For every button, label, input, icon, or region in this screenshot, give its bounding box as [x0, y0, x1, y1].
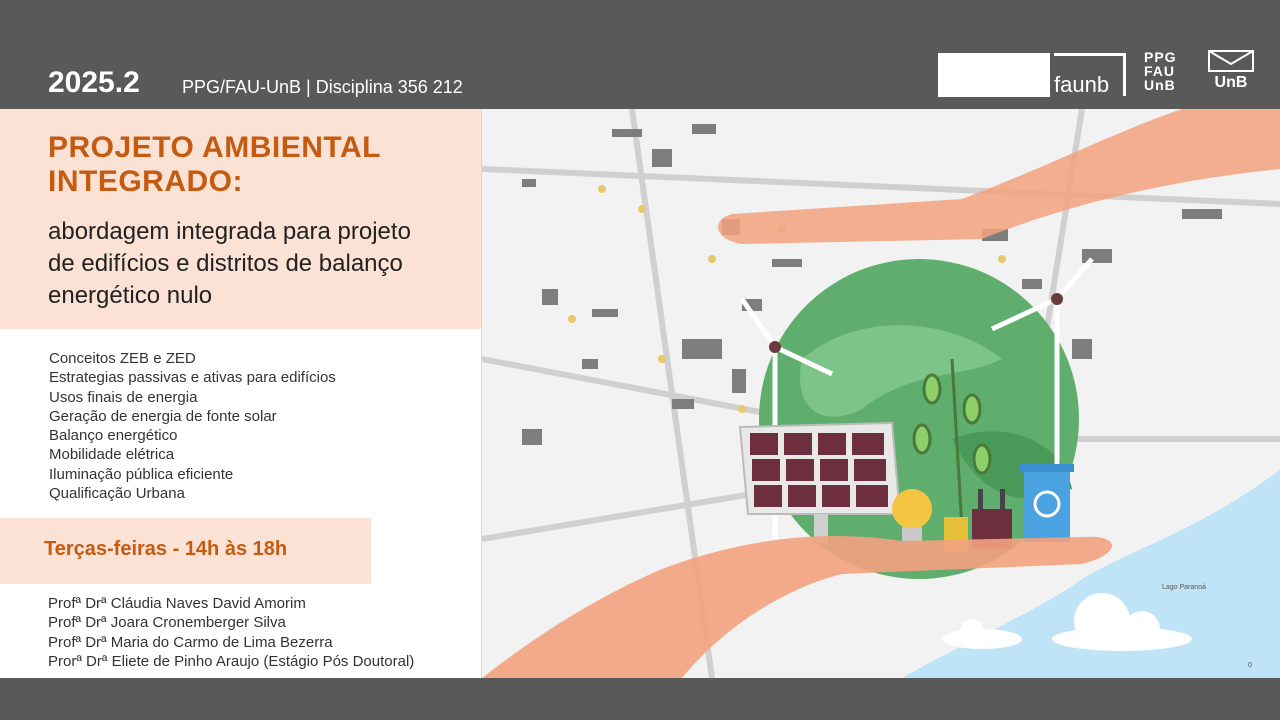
subtitle-line: de edifícios e distritos de balanço — [48, 250, 403, 277]
unb-logo: UnB — [1206, 50, 1256, 92]
topic-item: Usos finais de energia — [49, 388, 198, 406]
unb-logo-text: UnB — [1214, 74, 1248, 91]
schedule-text: Terças-feiras - 14h às 18h — [44, 538, 288, 560]
schedule-panel: Terças-feiras - 14h às 18h — [0, 518, 371, 584]
logo-group: faunb PPG FAU UnB UnB — [938, 50, 1256, 97]
topic-item: Estrategias passivas e ativas para edifí… — [49, 369, 336, 387]
topic-item: Balanço energético — [49, 427, 178, 445]
course-title: PROJETO AMBIENTAL INTEGRADO: — [48, 131, 468, 199]
recycle-bin-icon — [1020, 464, 1074, 542]
professor-item: Profª Drª Cláudia Naves David Amorim — [48, 595, 306, 612]
title-panel: PROJETO AMBIENTAL INTEGRADO: abordagem i… — [0, 109, 481, 329]
course-code: PPG/FAU-UnB | Disciplina 356 212 — [182, 77, 463, 97]
ppg-logo-line: UnB — [1144, 77, 1176, 93]
professor-item: Prorª Drª Eliete de Pinho Araujo (Estági… — [48, 652, 415, 670]
topic-item: Mobilidade elétrica — [49, 446, 175, 464]
topic-item: Conceitos ZEB e ZED — [49, 350, 196, 367]
professors-list: Profª Drª Cláudia Naves David Amorim Pro… — [48, 594, 414, 671]
professor-item: Profª Drª Joara Cronemberger Silva — [48, 614, 286, 632]
faunb-logo-text: faunb — [1054, 72, 1110, 97]
subtitle-line: abordagem integrada para projeto — [48, 218, 411, 245]
professor-item: Profª Drª Maria do Carmo de Lima Bezerra — [48, 633, 333, 651]
lake-label: Lago Paranoá — [1162, 584, 1206, 591]
course-title-line: INTEGRADO: — [48, 165, 243, 198]
ppg-logo-line: FAU — [1144, 63, 1175, 79]
map-scale-label: 0 — [1248, 662, 1252, 669]
subtitle-line: energético nulo — [48, 282, 213, 309]
bottom-bar — [0, 678, 1280, 720]
topic-item: Geração de energia de fonte solar — [49, 407, 277, 425]
top-bar: 2025.2 PPG/FAU-UnB | Disciplina 356 212 … — [0, 0, 1280, 109]
ppg-fau-unb-logo: PPG FAU UnB — [1144, 50, 1190, 92]
course-subtitle: abordagem integrada para projeto de edif… — [48, 216, 468, 312]
unb-emblem-icon — [1208, 50, 1254, 72]
ppg-logo-line: PPG — [1144, 49, 1177, 65]
topic-item: Qualificação Urbana — [49, 485, 185, 503]
campus-map-illustration: Lago Paranoá 0 — [482, 109, 1280, 678]
faunb-logo: faunb — [1054, 50, 1126, 97]
topics-list: Conceitos ZEB e ZED Estrategias passivas… — [49, 349, 336, 503]
left-panel: PROJETO AMBIENTAL INTEGRADO: abordagem i… — [0, 109, 481, 678]
white-logo-placeholder — [938, 53, 1050, 97]
semester-year: 2025.2 — [48, 66, 140, 99]
topic-item: Iluminação pública eficiente — [49, 465, 234, 483]
illustration-panel: Lago Paranoá 0 — [481, 109, 1280, 678]
course-title-line: PROJETO AMBIENTAL — [48, 131, 381, 164]
